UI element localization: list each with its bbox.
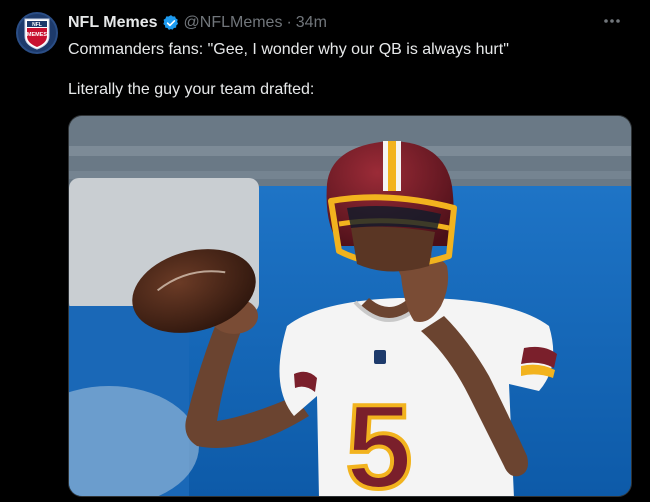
logo-text-bottom: MEMES bbox=[27, 32, 48, 38]
tweet-header: NFL Memes @NFLMemes · 34m bbox=[68, 12, 327, 34]
more-horizontal-icon bbox=[604, 19, 620, 23]
timestamp[interactable]: 34m bbox=[296, 14, 327, 32]
verified-badge-icon bbox=[162, 14, 180, 32]
author-handle[interactable]: @NFLMemes bbox=[184, 14, 283, 32]
separator-dot: · bbox=[286, 14, 292, 31]
jersey-number: 5 bbox=[346, 380, 413, 497]
tweet-card[interactable]: NFL MEMES NFL Memes @NFLMemes · 34m Comm… bbox=[0, 0, 650, 502]
tweet-image[interactable]: 5 bbox=[68, 115, 632, 497]
avatar[interactable]: NFL MEMES bbox=[16, 12, 58, 54]
logo-text-top: NFL bbox=[32, 22, 42, 28]
nfl-memes-logo-icon: NFL MEMES bbox=[24, 18, 50, 50]
more-options-button[interactable] bbox=[600, 10, 624, 32]
tweet-text-line-2: Literally the guy your team drafted: bbox=[68, 81, 315, 98]
quarterback-photo: 5 bbox=[69, 116, 631, 497]
author-name[interactable]: NFL Memes bbox=[68, 14, 158, 32]
tweet-text-line-1: Commanders fans: "Gee, I wonder why our … bbox=[68, 41, 509, 58]
